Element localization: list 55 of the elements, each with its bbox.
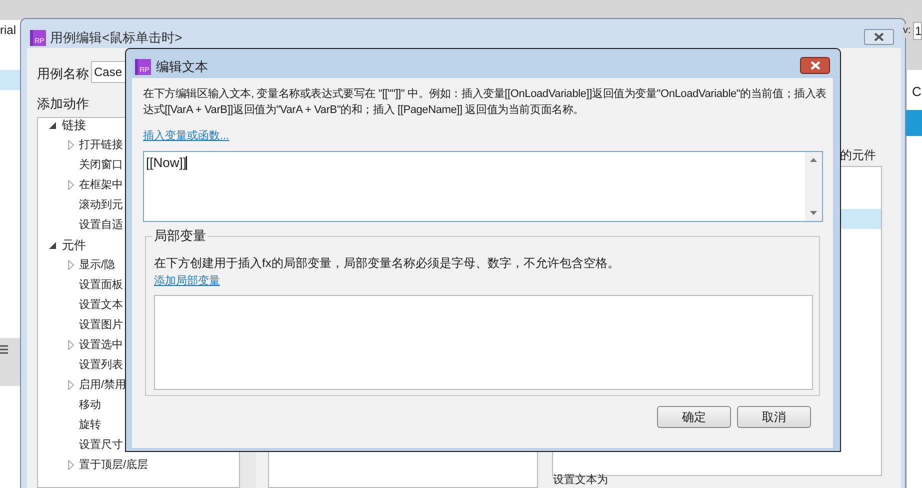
panel-heading: 的元件: [840, 147, 876, 164]
tree-group[interactable]: 元件: [62, 236, 86, 254]
field-label: 用例名称: [37, 65, 89, 83]
close-icon: [810, 61, 820, 70]
right-panel-text: C: [912, 83, 922, 101]
right-label: v:: [903, 24, 911, 38]
editor-text: [[Now]]: [146, 154, 186, 170]
tree-item[interactable]: 滚动到元: [79, 196, 123, 214]
tree-item[interactable]: 置于顶层/底层: [79, 456, 148, 474]
tree-item[interactable]: 在框架中: [79, 176, 123, 194]
tree-item[interactable]: 设置自适: [79, 216, 123, 234]
add-variable-link[interactable]: 添加局部变量: [154, 272, 220, 289]
text-cursor: [186, 156, 188, 170]
insert-variable-link[interactable]: 插入变量或函数...: [143, 128, 230, 144]
expand-arrow-icon[interactable]: [68, 460, 74, 470]
expand-arrow-icon[interactable]: [68, 140, 74, 150]
dialog-button[interactable]: 确定: [657, 406, 731, 428]
expand-arrow-icon[interactable]: [68, 180, 74, 190]
toolbar-strip: [0, 338, 20, 386]
tree-item[interactable]: 设置尺寸: [79, 436, 123, 454]
scroll-down-icon[interactable]: [810, 210, 817, 214]
tree-item[interactable]: 设置面板: [79, 276, 123, 294]
description-text: 在下方创建用于插入fx的局部变量，局部变量名称必须是字母、数字，不允许包含空格。: [154, 254, 620, 270]
expanded-triangle-icon[interactable]: [48, 122, 56, 128]
dialog-title: 编辑文本: [156, 58, 208, 76]
tree-item[interactable]: 打开链接: [79, 136, 123, 154]
text-editor[interactable]: [[Now]]: [143, 150, 823, 222]
expand-arrow-icon[interactable]: [68, 260, 74, 270]
selected-bar: [906, 110, 922, 136]
expanded-triangle-icon[interactable]: [48, 242, 56, 248]
tree-item[interactable]: 显示/隐: [79, 256, 116, 274]
section-label: 添加动作: [37, 95, 89, 113]
dialog-button[interactable]: 取消: [737, 406, 811, 428]
scrollbar[interactable]: [805, 152, 822, 220]
tree-item[interactable]: 移动: [79, 396, 101, 414]
close-button[interactable]: [800, 57, 830, 74]
window-title: 用例编辑<鼠标单击时>: [50, 29, 182, 47]
expand-arrow-icon[interactable]: [68, 340, 74, 350]
section-label: 设置文本为: [553, 474, 608, 487]
menu-icon[interactable]: [0, 345, 8, 354]
group-legend: 局部变量: [152, 228, 208, 244]
tree-item[interactable]: 旋转: [79, 416, 101, 434]
close-icon: [874, 33, 884, 41]
tree-item[interactable]: 设置选中: [79, 336, 123, 354]
tree-item[interactable]: 启用/禁用: [79, 376, 126, 394]
scroll-up-icon[interactable]: [810, 158, 817, 162]
tree-item[interactable]: 设置列表: [79, 356, 123, 374]
tree-item[interactable]: 关闭窗口: [79, 156, 123, 174]
expand-arrow-icon[interactable]: [68, 380, 74, 390]
tree-item[interactable]: 设置图片: [79, 316, 123, 334]
right-field[interactable]: 1: [913, 22, 922, 40]
tree-group[interactable]: 链接: [62, 116, 86, 134]
instructions-text: 在下方编辑区输入文本, 变量名称或表达式要写在 "[[""]]" 中。例如：插入变量[[OnLoadVariable]]返回值为变量"OnLoadVariable"的当前值；插入表达式[[VarA + VarB]]返回值为"VarA + VarB"的和；插入 [[PageName]] 返回值为当前页面名称。: [143, 86, 827, 118]
close-button[interactable]: [864, 29, 894, 45]
tree-item[interactable]: 设置文本: [79, 296, 123, 314]
